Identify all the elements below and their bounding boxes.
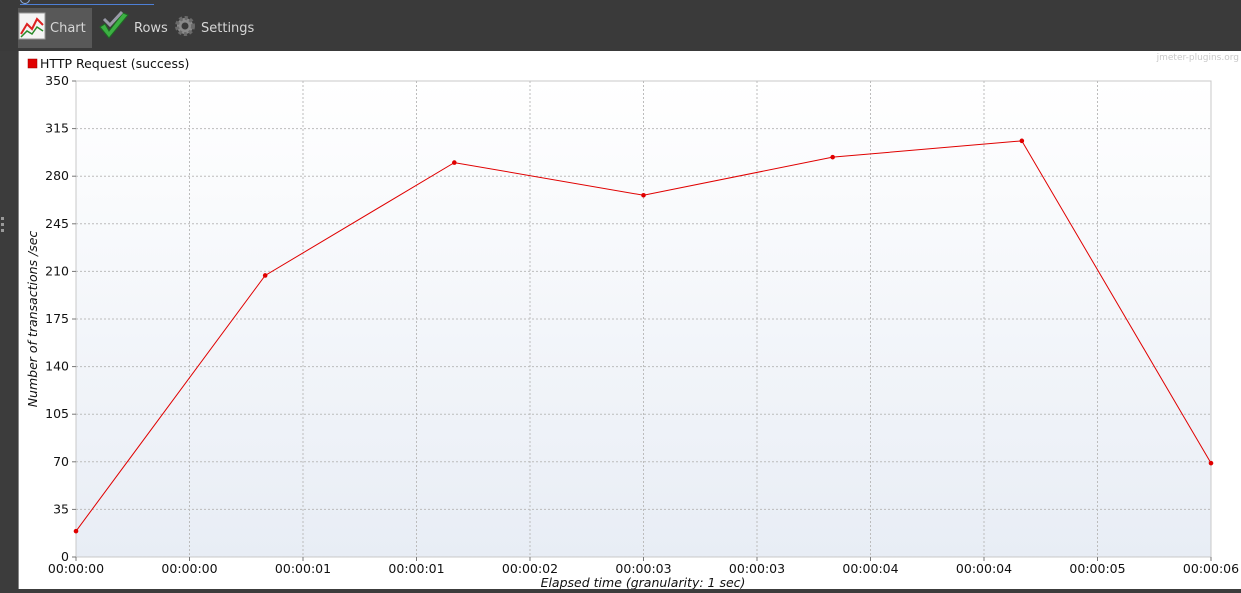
checkmark-icon [98,10,130,45]
y-tick-label: 245 [45,216,69,231]
y-tick-label: 70 [53,454,69,469]
y-tick-label: 350 [45,73,69,88]
x-tick-label: 00:00:02 [502,561,558,576]
globe-icon [20,0,30,4]
x-tick-label: 00:00:01 [275,561,331,576]
x-tick-label: 00:00:00 [48,561,104,576]
x-tick-label: 00:00:05 [1069,561,1125,576]
x-axis: 00:00:00 00:00:00 00:00:01 00:00:01 00:00:02… [48,557,1239,576]
line-chart: 03570105140175210245280315350 00:00:00 00… [25,53,1239,590]
x-tick-label: 00:00:01 [388,561,444,576]
y-tick-label: 105 [45,406,69,421]
y-tick-label: 35 [53,501,69,516]
x-axis-label: Elapsed time (granularity: 1 sec) [541,575,746,589]
gear-icon [173,14,197,42]
data-point [830,154,835,160]
data-point [262,273,268,278]
tab-chart[interactable]: Chart [18,8,92,48]
splitter-grip[interactable] [1,223,4,226]
tab-settings[interactable]: Settings [173,8,259,48]
splitter-grip[interactable] [1,229,4,232]
tab-label: Chart [50,20,86,36]
y-tick-label: 315 [45,121,69,136]
data-point [641,192,646,198]
y-axis-label: Number of transactions /sec [25,231,40,408]
chart-panel: 0 35 70 105 140 175 210 245 280 315 350 00:00:00 00… [18,51,1241,590]
tab-label: Rows [134,20,168,36]
x-tick-label: 00:00:06 [1183,561,1239,576]
tab-label: Settings [201,20,255,36]
data-point [73,528,79,534]
y-axis: 03570105140175210245280315350 [45,73,76,564]
legend-swatch [27,58,38,69]
top-link[interactable] [20,0,154,5]
x-tick-label: 00:00:00 [161,561,217,576]
x-tick-label: 00:00:04 [842,561,898,576]
data-point [1208,460,1214,466]
left-sidebar [0,51,18,589]
line-chart-icon [18,12,46,44]
splitter-grip[interactable] [1,217,4,220]
data-point [452,160,457,165]
y-tick-label: 210 [45,263,69,278]
x-tick-label: 00:00:04 [956,561,1012,576]
watermark: jmeter-plugins.org [1156,53,1239,63]
tab-rows[interactable]: Rows [98,8,170,48]
x-tick-label: 00:00:03 [615,561,671,576]
legend-label: HTTP Request (success) [40,56,189,71]
y-tick-label: 140 [45,359,69,374]
x-tick-label: 00:00:03 [729,561,785,576]
y-tick-label: 175 [45,311,69,326]
y-tick-label: 280 [45,168,69,183]
toolbar: Chart Rows Settings [0,0,1241,51]
data-point [1019,138,1025,144]
